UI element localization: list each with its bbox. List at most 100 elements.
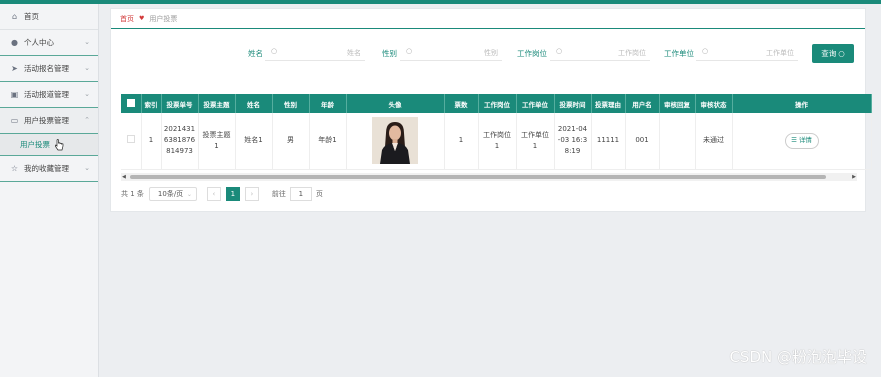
- heart-separator-icon: ♥: [139, 15, 145, 22]
- cell-line: 2021431: [163, 125, 196, 134]
- chevron-down-icon: ⌄: [84, 64, 90, 72]
- user-icon: ●: [11, 38, 18, 47]
- select-all-checkbox[interactable]: [121, 94, 142, 113]
- row-checkbox[interactable]: [121, 113, 142, 170]
- sidebar-item-personal-center[interactable]: ● 个人中心 ⌄: [0, 30, 98, 56]
- total-count: 共 1 条: [121, 190, 144, 198]
- sidebar-item-activity-report[interactable]: ▣ 活动报道管理 ⌄: [0, 82, 98, 108]
- pagination: 共 1 条 10条/页 ⌄ ‹ 1 › 前往 1 页: [121, 186, 323, 202]
- sidebar-subitem-user-vote[interactable]: 用户投票: [0, 134, 98, 156]
- cell-post: 工作岗位 1: [478, 113, 517, 170]
- search-icon: ○: [556, 47, 563, 55]
- query-button-label: 查询: [821, 49, 837, 58]
- search-placeholder: 姓名: [347, 49, 361, 57]
- cell-line: -03 16:3: [557, 136, 588, 145]
- table-header-row: 索引 投票单号 投票主题 姓名 性别 年龄 头像 票数 工作岗位 工作单位 投票…: [121, 94, 872, 113]
- goto-suffix: 页: [315, 190, 323, 198]
- sidebar-item-label: 活动报名管理: [24, 64, 69, 73]
- column-header: 操作: [732, 94, 872, 113]
- page-size-select[interactable]: 10条/页 ⌄: [148, 187, 197, 201]
- next-page-button[interactable]: ›: [244, 187, 259, 201]
- search-label-name: 姓名: [248, 49, 263, 58]
- sidebar-subitem-label: 用户投票: [20, 140, 50, 149]
- goto-page-input[interactable]: 1: [289, 187, 312, 201]
- column-header: 工作单位: [516, 94, 555, 113]
- breadcrumb-home-link[interactable]: 首页: [120, 14, 134, 24]
- home-icon: ⌂: [11, 12, 18, 21]
- page-number-current[interactable]: 1: [225, 187, 240, 201]
- page-size-value: 10条/页: [157, 190, 184, 198]
- cell-vote-time: 2021-04 -03 16:3 8:19: [554, 113, 592, 170]
- breadcrumb: 首页 ♥ 用户投票: [111, 9, 865, 29]
- sidebar-item-home[interactable]: ⌂ 首页: [0, 4, 98, 30]
- sidebar-item-label: 活动报道管理: [24, 90, 69, 99]
- search-label-post: 工作岗位: [517, 49, 547, 58]
- cell-line: 1: [532, 141, 538, 150]
- prev-page-button[interactable]: ‹: [206, 187, 221, 201]
- scrollbar-thumb[interactable]: [130, 175, 826, 179]
- column-header: 头像: [346, 94, 445, 113]
- search-form: 姓名 ○ 姓名 性别 ○ 性别 工作岗位 ○ 工作岗位 工作单位 ○ 工作单位: [111, 43, 867, 63]
- search-icon: ○: [271, 47, 278, 55]
- search-input-name[interactable]: ○ 姓名: [265, 43, 365, 61]
- column-header: 审核状态: [695, 94, 733, 113]
- column-header: 投票单号: [161, 94, 199, 113]
- column-header: 投票时间: [554, 94, 592, 113]
- search-placeholder: 工作岗位: [618, 49, 646, 57]
- cell-avatar: [346, 113, 445, 170]
- card-icon: ▭: [10, 116, 19, 125]
- detail-button[interactable]: ☰ 详情: [784, 132, 819, 149]
- search-input-post[interactable]: ○ 工作岗位: [550, 43, 650, 61]
- query-button[interactable]: 查询 ○: [812, 44, 854, 63]
- cell-topic: 投票主题 1: [198, 113, 236, 170]
- chevron-down-icon: ⌄: [84, 90, 90, 98]
- sidebar-item-label: 个人中心: [24, 38, 54, 47]
- search-input-unit[interactable]: ○ 工作单位: [696, 43, 798, 61]
- cell-name: 姓名1: [235, 113, 273, 170]
- cell-username: 001: [625, 113, 660, 170]
- sidebar-item-user-vote[interactable]: ▭ 用户投票管理 ⌃: [0, 108, 98, 134]
- cell-line: 8:19: [564, 147, 581, 156]
- search-label-gender: 性别: [382, 49, 397, 58]
- horizontal-scrollbar[interactable]: ◀ ▶: [121, 173, 857, 181]
- cell-age: 年龄1: [309, 113, 347, 170]
- watermark: CSDN @粉泡泡毕设: [729, 348, 867, 366]
- avatar-photo: [372, 117, 418, 165]
- search-icon: ○: [838, 49, 845, 58]
- chevron-down-icon: ⌄: [186, 191, 192, 198]
- column-header: 用户名: [625, 94, 660, 113]
- table-row: 1 2021431 6381876 814973 投票主题 1 姓名1 男 年龄…: [121, 113, 872, 170]
- list-icon: ☰: [791, 136, 797, 145]
- cell-actions: ☰ 详情: [732, 113, 872, 170]
- search-icon: ○: [702, 47, 709, 55]
- cell-reason: 11111: [591, 113, 626, 170]
- search-placeholder: 性别: [484, 49, 498, 57]
- data-table: 索引 投票单号 投票主题 姓名 性别 年龄 头像 票数 工作岗位 工作单位 投票…: [121, 94, 872, 170]
- scroll-right-arrow-icon[interactable]: ▶: [852, 174, 856, 180]
- search-label-unit: 工作单位: [664, 49, 694, 58]
- chevron-down-icon: ⌄: [84, 164, 90, 172]
- breadcrumb-current: 用户投票: [149, 14, 178, 23]
- cell-line: 1: [494, 141, 500, 150]
- cell-line: 工作单位: [521, 130, 549, 139]
- hand-cursor-icon: [54, 139, 64, 151]
- cell-line: 投票主题: [202, 130, 231, 139]
- cell-line: 6381876: [163, 136, 196, 145]
- search-icon: ○: [406, 47, 413, 55]
- column-header: 票数: [444, 94, 479, 113]
- cell-review-reply: [659, 113, 696, 170]
- detail-button-label: 详情: [798, 136, 812, 145]
- cell-review-status: 未通过: [695, 113, 733, 170]
- search-input-gender[interactable]: ○ 性别: [400, 43, 502, 61]
- main-panel: 首页 ♥ 用户投票 姓名 ○ 姓名 性别 ○ 性别 工作岗位 ○ 工作岗位 工作…: [110, 8, 872, 212]
- scroll-left-arrow-icon[interactable]: ◀: [122, 174, 126, 180]
- star-icon: ☆: [10, 164, 19, 173]
- sidebar-item-label: 首页: [24, 12, 39, 21]
- sidebar-item-my-favorites[interactable]: ☆ 我的收藏管理 ⌄: [0, 156, 98, 182]
- top-accent-bar: [0, 0, 881, 4]
- cell-order-no: 2021431 6381876 814973: [161, 113, 199, 170]
- sidebar-item-activity-signup[interactable]: ➤ 活动报名管理 ⌄: [0, 56, 98, 82]
- send-icon: ➤: [11, 64, 18, 73]
- goto-label: 前往: [271, 190, 286, 198]
- sidebar-item-label: 用户投票管理: [24, 116, 69, 125]
